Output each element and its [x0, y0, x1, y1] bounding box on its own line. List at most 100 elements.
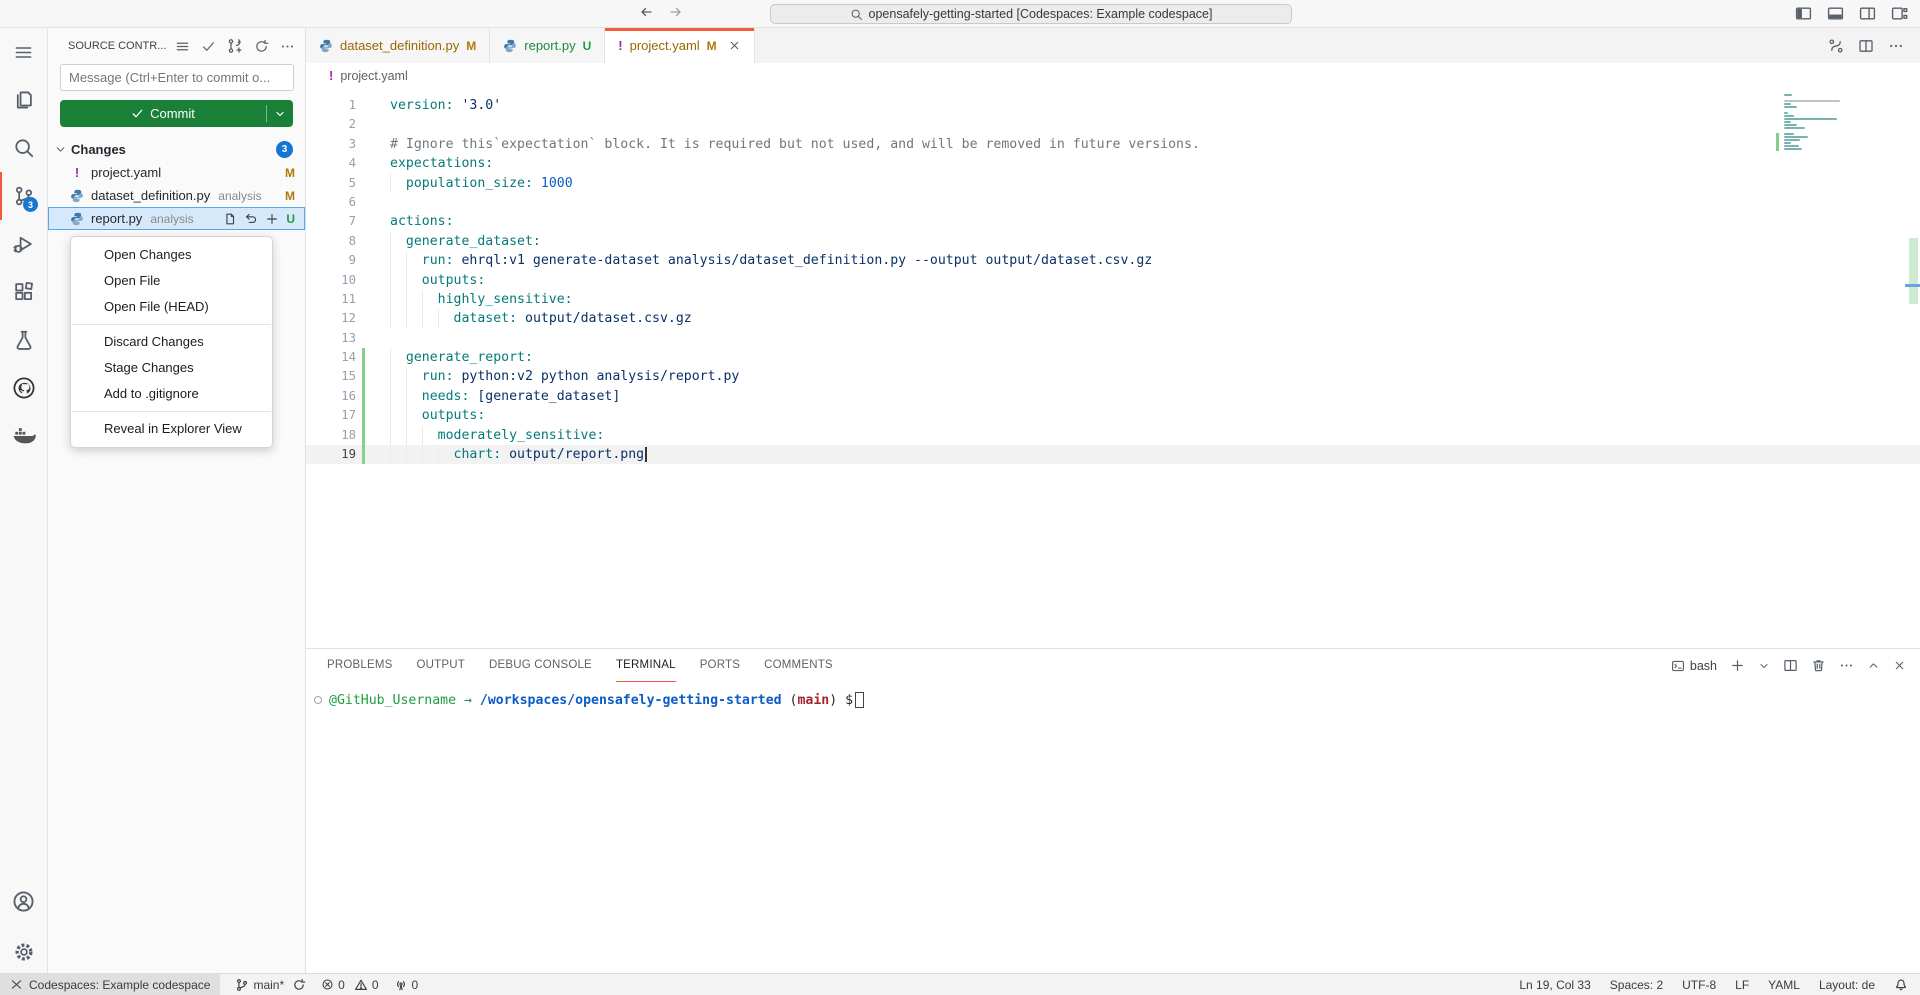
code-line-13[interactable]: 13 — [306, 329, 1920, 348]
menu-item-discard-changes[interactable]: Discard Changes — [71, 329, 272, 355]
view-sort-icon[interactable] — [175, 39, 190, 54]
split-editor-icon[interactable] — [1858, 38, 1874, 54]
overview-ruler[interactable] — [1905, 88, 1920, 648]
code-line-1[interactable]: 1version: '3.0' — [306, 96, 1920, 115]
code-line-3[interactable]: 3# Ignore this`expectation` block. It is… — [306, 135, 1920, 154]
open-file-icon[interactable] — [223, 212, 237, 226]
commit-button[interactable]: Commit — [60, 100, 293, 127]
code-line-19[interactable]: 19 chart: output/report.png — [306, 445, 1920, 464]
toggle-secondary-sidebar-icon[interactable] — [1859, 5, 1876, 22]
maximize-panel-icon[interactable] — [1867, 659, 1880, 672]
terminal-shell-item[interactable]: bash — [1671, 659, 1717, 673]
code-line-4[interactable]: 4expectations: — [306, 154, 1920, 173]
status-ln-19-col-33[interactable]: Ln 19, Col 33 — [1519, 978, 1590, 992]
refresh-icon[interactable] — [254, 39, 269, 54]
code-line-7[interactable]: 7actions: — [306, 212, 1920, 231]
editor-tab[interactable]: !project.yamlM — [605, 28, 754, 63]
toggle-panel-icon[interactable] — [1827, 5, 1844, 22]
github-icon[interactable] — [0, 364, 47, 412]
panel-tab-output[interactable]: OUTPUT — [417, 649, 465, 682]
code-line-5[interactable]: 5 population_size: 1000 — [306, 174, 1920, 193]
scm-file-row[interactable]: dataset_definition.pyanalysisM — [48, 184, 305, 207]
close-panel-icon[interactable] — [1893, 659, 1906, 672]
menu-item-stage-changes[interactable]: Stage Changes — [71, 355, 272, 381]
account-icon[interactable] — [0, 877, 47, 925]
branch-indicator[interactable]: main* — [235, 978, 306, 992]
toggle-sidebar-icon[interactable] — [1795, 5, 1812, 22]
line-number: 4 — [306, 154, 356, 173]
code-line-11[interactable]: 11 highly_sensitive: — [306, 290, 1920, 309]
status-utf-8[interactable]: UTF-8 — [1682, 978, 1716, 992]
minimap[interactable] — [1784, 94, 1896, 151]
status-layout-de[interactable]: Layout: de — [1819, 978, 1875, 992]
status-spaces-2[interactable]: Spaces: 2 — [1610, 978, 1663, 992]
open-changes-icon[interactable] — [1828, 38, 1844, 54]
menu-item-reveal-in-explorer-view[interactable]: Reveal in Explorer View — [71, 416, 272, 442]
panel-tab-terminal[interactable]: TERMINAL — [616, 649, 676, 682]
panel-more-actions-icon[interactable] — [1839, 658, 1854, 673]
menu-item-open-file[interactable]: Open File — [71, 268, 272, 294]
code-token — [390, 428, 438, 443]
new-terminal-icon[interactable] — [1730, 658, 1745, 673]
code-line-2[interactable]: 2 — [306, 115, 1920, 134]
remote-indicator[interactable]: Codespaces: Example codespace — [0, 974, 220, 995]
panel-tab-comments[interactable]: COMMENTS — [764, 649, 833, 682]
commit-message-input[interactable] — [60, 64, 294, 91]
close-icon[interactable] — [728, 39, 741, 52]
application-menu-icon[interactable] — [0, 28, 47, 76]
explorer-icon[interactable] — [0, 76, 47, 124]
code-line-9[interactable]: 9 run: ehrql:v1 generate-dataset analysi… — [306, 251, 1920, 270]
source-control-view-icon[interactable]: 3 — [0, 172, 47, 220]
stage-changes-icon[interactable] — [265, 212, 279, 226]
editor-more-actions-icon[interactable] — [1888, 38, 1904, 54]
kill-terminal-icon[interactable] — [1811, 658, 1826, 673]
menu-item-open-changes[interactable]: Open Changes — [71, 242, 272, 268]
code-line-14[interactable]: 14 generate_report: — [306, 348, 1920, 367]
customize-layout-icon[interactable] — [1891, 5, 1908, 22]
menu-item-open-file-head-[interactable]: Open File (HEAD) — [71, 294, 272, 320]
notifications-bell-icon[interactable] — [1894, 978, 1908, 992]
forward-icon[interactable] — [668, 4, 684, 20]
code-line-10[interactable]: 10 outputs: — [306, 271, 1920, 290]
discard-changes-icon[interactable] — [244, 212, 258, 226]
back-icon[interactable] — [638, 4, 654, 20]
status-lf[interactable]: LF — [1735, 978, 1749, 992]
settings-gear-icon[interactable] — [0, 931, 47, 973]
code-line-16[interactable]: 16 needs: [generate_dataset] — [306, 387, 1920, 406]
code-line-12[interactable]: 12 dataset: output/dataset.csv.gz — [306, 309, 1920, 328]
extensions-icon[interactable] — [0, 268, 47, 316]
code-line-17[interactable]: 17 outputs: — [306, 406, 1920, 425]
panel-tab-debug-console[interactable]: DEBUG CONSOLE — [489, 649, 592, 682]
docker-icon[interactable] — [0, 412, 47, 460]
code-editor[interactable]: 1version: '3.0'23# Ignore this`expectati… — [306, 88, 1920, 648]
scm-file-row[interactable]: !project.yamlM — [48, 161, 305, 184]
code-line-6[interactable]: 6 — [306, 193, 1920, 212]
editor-tab[interactable]: dataset_definition.pyM — [306, 28, 490, 63]
status-yaml[interactable]: YAML — [1768, 978, 1800, 992]
panel-tab-problems[interactable]: PROBLEMS — [327, 649, 393, 682]
panel-tab-ports[interactable]: PORTS — [700, 649, 740, 682]
commit-check-icon[interactable] — [201, 39, 216, 54]
run-debug-icon[interactable] — [0, 220, 47, 268]
branch-create-icon[interactable] — [227, 38, 243, 54]
terminal-dropdown-icon[interactable] — [1758, 660, 1770, 672]
terminal[interactable]: @GitHub_Username → /workspaces/opensafel… — [306, 682, 1920, 973]
search-view-icon[interactable] — [0, 124, 47, 172]
editor-tab[interactable]: report.pyU — [490, 28, 605, 63]
scm-file-row[interactable]: report.pyanalysisU — [48, 207, 305, 230]
menu-item-add-to-gitignore[interactable]: Add to .gitignore — [71, 381, 272, 407]
test-beaker-icon[interactable] — [0, 316, 47, 364]
code-line-18[interactable]: 18 moderately_sensitive: — [306, 426, 1920, 445]
ports-indicator[interactable]: 0 — [394, 978, 419, 992]
code-line-8[interactable]: 8 generate_dataset: — [306, 232, 1920, 251]
command-center-search[interactable]: opensafely-getting-started [Codespaces: … — [770, 4, 1292, 24]
more-actions-icon[interactable] — [280, 39, 295, 54]
commit-dropdown-icon[interactable] — [267, 100, 293, 127]
code-token: chart: — [454, 447, 502, 462]
changes-section-header[interactable]: Changes 3 — [48, 137, 305, 161]
breadcrumb[interactable]: ! project.yaml — [306, 63, 1920, 88]
split-terminal-icon[interactable] — [1783, 658, 1798, 673]
code-line-15[interactable]: 15 run: python:v2 python analysis/report… — [306, 367, 1920, 386]
problems-indicator[interactable]: 0 0 — [321, 978, 378, 992]
code-token: needs: — [422, 389, 470, 404]
